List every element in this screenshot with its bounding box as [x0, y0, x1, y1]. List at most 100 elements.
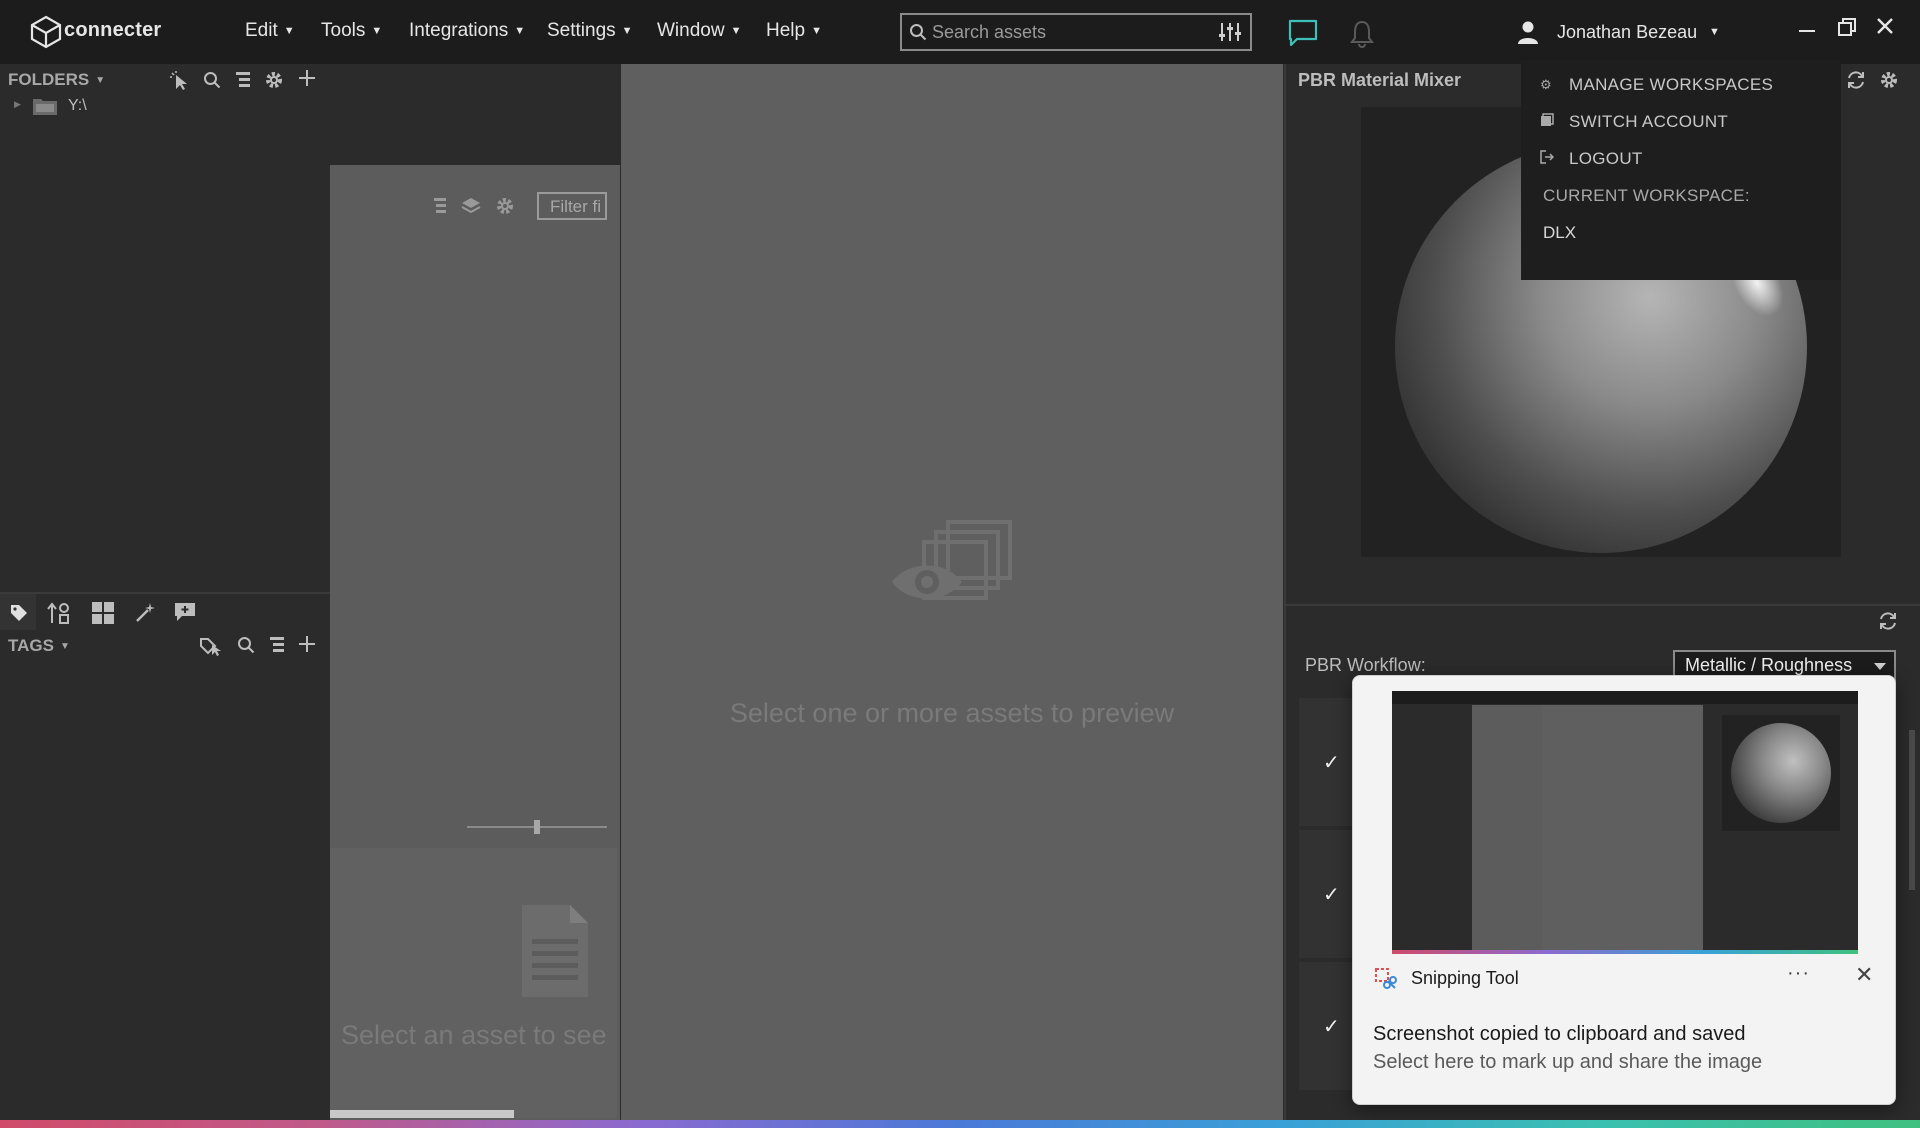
asset-details-empty-text: Select an asset to see	[341, 1020, 607, 1050]
network-drive-folder-icon	[32, 96, 58, 116]
logout-icon	[1540, 150, 1554, 164]
tags-list-icon[interactable]	[270, 636, 286, 654]
user-icon	[1517, 20, 1539, 44]
user-account-button[interactable]: Jonathan Bezeau ▼	[1517, 20, 1732, 46]
menu-help[interactable]: Help ▼	[766, 20, 822, 42]
pbr-workflow-label: PBR Workflow:	[1305, 655, 1426, 675]
menu-tools[interactable]: Tools ▼	[321, 20, 382, 42]
notifications-bell-icon[interactable]	[1349, 19, 1375, 49]
menu-settings[interactable]: Settings ▼	[547, 20, 633, 42]
folder-tree-item-y[interactable]: Y:\	[68, 97, 87, 115]
caret-down-icon: ▼	[1709, 26, 1720, 38]
menu-integrations-label: Integrations	[409, 20, 509, 41]
caret-down-icon: ▼	[59, 641, 70, 652]
horizontal-scrollbar[interactable]	[330, 1110, 514, 1118]
current-workspace-label: CURRENT WORKSPACE:	[1543, 186, 1750, 205]
restore-window-button[interactable]	[1838, 18, 1856, 36]
select-cursor-icon[interactable]	[170, 71, 190, 91]
snipping-tool-notification[interactable]: Snipping Tool ··· ✕ Screenshot copied to…	[1352, 675, 1896, 1105]
sort-attributes-icon[interactable]	[47, 602, 71, 624]
add-folder-plus-icon[interactable]	[298, 69, 316, 87]
checkbox-checked-icon[interactable]: ✓	[1323, 1014, 1340, 1039]
toast-app-name: Snipping Tool	[1411, 968, 1519, 988]
pbr-workflow-value: Metallic / Roughness	[1685, 655, 1853, 675]
magic-wand-icon[interactable]	[134, 602, 156, 624]
pbr-title: PBR Material Mixer	[1298, 70, 1462, 90]
folders-title[interactable]: FOLDERS ▼	[8, 70, 105, 90]
comment-icon[interactable]	[174, 602, 196, 622]
tags-title-label: TAGS	[8, 636, 54, 655]
tags-panel	[0, 592, 330, 1128]
tags-title[interactable]: TAGS ▼	[8, 636, 70, 656]
menu-integrations[interactable]: Integrations ▼	[409, 20, 525, 42]
menu-help-label: Help	[766, 20, 806, 41]
screenshot-thumbnail[interactable]	[1392, 691, 1858, 954]
switch-account-item[interactable]: SWITCH ACCOUNT	[1569, 112, 1728, 132]
close-window-button[interactable]	[1876, 17, 1894, 35]
assets-list-view-icon[interactable]	[434, 197, 448, 215]
chat-icon[interactable]	[1288, 19, 1318, 47]
menu-window-label: Window	[657, 20, 725, 41]
app-logo-text: connecter	[64, 19, 162, 41]
tree-view-icon[interactable]	[236, 71, 252, 89]
document-icon	[522, 905, 588, 997]
tag-select-icon[interactable]	[200, 636, 222, 656]
more-options-icon[interactable]: ···	[1787, 962, 1810, 985]
close-icon[interactable]: ✕	[1855, 962, 1873, 988]
minimize-window-button[interactable]	[1799, 30, 1815, 32]
search-icon	[909, 23, 927, 41]
toast-message: Screenshot copied to clipboard and saved	[1373, 1023, 1746, 1045]
thumb-topbar	[1392, 691, 1858, 704]
gear-icon: ⚙	[1540, 77, 1552, 92]
thumb-assets-panel	[1472, 705, 1542, 954]
menu-edit-label: Edit	[245, 20, 278, 41]
refresh-icon[interactable]	[1846, 70, 1866, 90]
vertical-scrollbar[interactable]	[1909, 730, 1915, 890]
add-tag-plus-icon[interactable]	[298, 635, 316, 653]
top-bar: connecter Edit ▼ Tools ▼ Integrations ▼ Set…	[0, 0, 1920, 64]
toast-sub-message: Select here to mark up and share the ima…	[1373, 1051, 1763, 1073]
folders-title-label: FOLDERS	[8, 70, 90, 89]
caret-down-icon: ▼	[514, 25, 526, 37]
preview-panel: Select one or more assets to preview	[621, 64, 1283, 1128]
logout-item[interactable]: LOGOUT	[1569, 149, 1643, 169]
manage-workspaces-item[interactable]: MANAGE WORKSPACES	[1569, 75, 1773, 95]
tags-search-icon[interactable]	[237, 636, 255, 654]
tags-tab[interactable]	[0, 594, 36, 630]
assets-settings-gear-icon[interactable]	[495, 196, 515, 216]
current-workspace-value: DLX	[1543, 223, 1577, 242]
search-box[interactable]	[900, 13, 1252, 51]
filter-input[interactable]: Filter fi	[537, 192, 607, 220]
window-bottom-accent	[0, 1120, 1920, 1128]
preview-eye-icon	[890, 520, 1014, 616]
caret-down-icon: ▼	[811, 25, 822, 37]
panel-divider	[1284, 604, 1920, 606]
tag-icon	[10, 604, 28, 622]
checkbox-checked-icon[interactable]: ✓	[1323, 750, 1340, 775]
menu-window[interactable]: Window ▼	[657, 20, 741, 42]
caret-down-icon: ▼	[95, 75, 106, 86]
checkbox-checked-icon[interactable]: ✓	[1323, 882, 1340, 907]
refresh-workflow-icon[interactable]	[1878, 611, 1898, 631]
thumb-gradient	[1392, 950, 1858, 954]
connecter-logo-icon	[30, 15, 62, 49]
menu-settings-label: Settings	[547, 20, 616, 41]
folder-search-icon[interactable]	[203, 71, 221, 89]
preview-empty-text: Select one or more assets to preview	[729, 698, 1175, 728]
pbr-settings-gear-icon[interactable]	[1879, 70, 1899, 90]
menu-edit[interactable]: Edit ▼	[245, 20, 295, 42]
layers-icon[interactable]	[461, 196, 481, 216]
caret-down-icon: ▼	[730, 25, 742, 37]
snipping-tool-app-icon	[1375, 968, 1397, 990]
caret-down-icon: ▼	[621, 25, 633, 37]
accounts-icon	[1540, 113, 1554, 127]
search-filters-icon[interactable]	[1218, 22, 1242, 42]
caret-down-icon: ▼	[371, 25, 383, 37]
folders-settings-gear-icon[interactable]	[264, 70, 284, 90]
search-input[interactable]	[932, 21, 1202, 43]
user-name: Jonathan Bezeau	[1557, 22, 1698, 42]
menu-tools-label: Tools	[321, 20, 366, 41]
grid-view-icon[interactable]	[92, 602, 114, 624]
slider-thumb[interactable]	[534, 820, 540, 834]
tree-expand-icon[interactable]: ▶	[14, 99, 21, 110]
